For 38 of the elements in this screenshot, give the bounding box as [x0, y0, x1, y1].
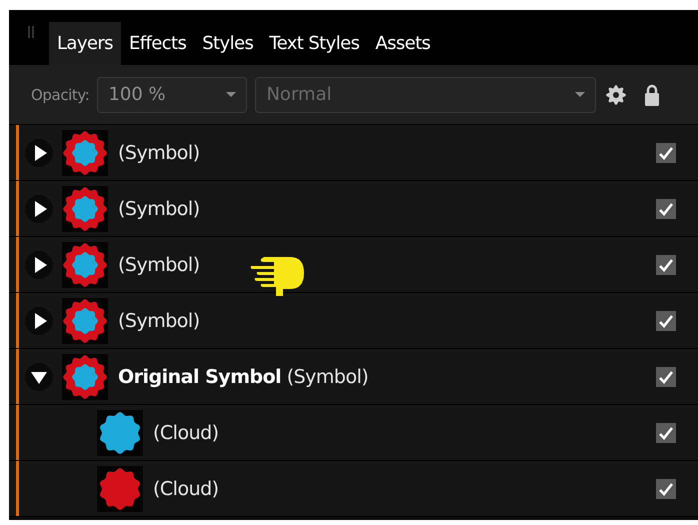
- visibility-checkbox[interactable]: [656, 310, 676, 330]
- expand-toggle[interactable]: [25, 250, 53, 278]
- grip-handle[interactable]: [28, 26, 34, 38]
- visibility-checkbox[interactable]: [656, 254, 676, 274]
- visibility-checkbox[interactable]: [656, 142, 676, 162]
- tab[interactable]: Effects: [120, 22, 194, 65]
- layer-thumbnail: [62, 130, 108, 176]
- tab[interactable]: Layers: [49, 22, 121, 65]
- expand-toggle[interactable]: [25, 138, 53, 166]
- settings-icon[interactable]: [606, 84, 626, 104]
- visibility-checkbox[interactable]: [656, 422, 676, 442]
- layer-thumbnail: [62, 354, 108, 400]
- caret-icon: [575, 92, 586, 97]
- tab[interactable]: Styles: [194, 22, 262, 65]
- layer-name: (Cloud): [153, 422, 219, 444]
- layer-name: (Symbol): [118, 310, 200, 332]
- layer-name: (Symbol): [118, 198, 200, 220]
- tab[interactable]: Text Styles: [261, 22, 368, 65]
- visibility-checkbox[interactable]: [656, 198, 676, 218]
- caret-icon: [226, 92, 236, 97]
- opacity-label: Opacity:: [31, 86, 90, 104]
- opacity-dropdown[interactable]: 100 %: [97, 76, 248, 112]
- expand-toggle[interactable]: [25, 306, 53, 334]
- layer-thumbnail: [62, 242, 108, 288]
- layer-thumbnail: [62, 186, 108, 232]
- layer-name: Original Symbol (Symbol): [118, 366, 368, 388]
- visibility-checkbox[interactable]: [656, 366, 676, 386]
- lock-icon[interactable]: [644, 84, 660, 106]
- layer-name: (Symbol): [118, 254, 200, 276]
- expand-toggle[interactable]: [25, 362, 53, 390]
- layer-name: (Symbol): [118, 142, 200, 164]
- expand-toggle[interactable]: [25, 194, 53, 222]
- layer-name: (Cloud): [153, 478, 219, 500]
- layer-thumbnail: [97, 466, 143, 512]
- layer-thumbnail: [62, 298, 108, 344]
- visibility-checkbox[interactable]: [656, 478, 676, 498]
- layer-thumbnail: [97, 410, 143, 456]
- tab[interactable]: Assets: [367, 22, 438, 65]
